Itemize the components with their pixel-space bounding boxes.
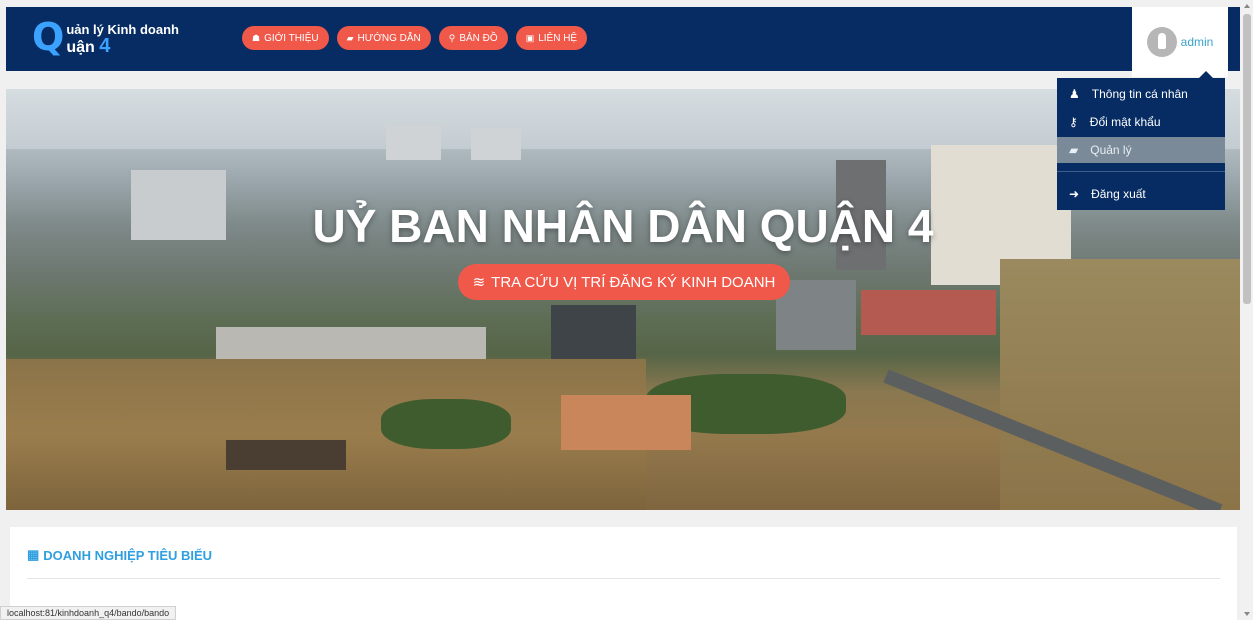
hero-museum xyxy=(561,395,691,450)
vertical-scrollbar[interactable] xyxy=(1241,0,1253,620)
logo-line1: uản lý Kinh doanh xyxy=(66,22,179,37)
nav-lien-he-button[interactable]: ▣ LIÊN HỆ xyxy=(515,26,588,50)
menu-item-label: Đổi mật khẩu xyxy=(1089,115,1161,129)
section-title: ▦ DOANH NGHIỆP TIÊU BIỂU xyxy=(27,547,212,563)
contact-card-icon: ▣ xyxy=(525,32,535,43)
user-dropdown-menu: ♟ Thông tin cá nhân ⚷ Đổi mật khẩu ▰ Quả… xyxy=(1057,71,1225,210)
user-icon: ♟ xyxy=(1069,87,1080,101)
hero-title: UỶ BAN NHÂN DÂN QUẬN 4 xyxy=(312,200,934,252)
hero-park xyxy=(381,399,511,449)
layers-icon: ≋ xyxy=(472,274,486,291)
key-icon: ⚷ xyxy=(1069,115,1078,129)
scrollbar-thumb[interactable] xyxy=(1243,14,1251,304)
logout-icon: ➜ xyxy=(1069,187,1080,201)
hero-ship xyxy=(226,440,346,470)
building-icon: ▦ xyxy=(27,547,40,562)
nav-label: LIÊN HỆ xyxy=(538,32,578,44)
menu-item-change-password[interactable]: ⚷ Đổi mật khẩu xyxy=(1057,109,1225,135)
menu-divider xyxy=(1057,171,1225,172)
logo-text: uản lý Kinh doanh uận 4 xyxy=(66,22,179,57)
scroll-down-arrow-icon[interactable] xyxy=(1244,612,1250,616)
nav-huong-dan-button[interactable]: ▰ HƯỚNG DẪN xyxy=(336,26,431,50)
home-icon: ☗ xyxy=(252,32,261,43)
scroll-up-arrow-icon[interactable] xyxy=(1244,4,1250,8)
hero-building xyxy=(471,128,521,160)
hero-banner: UỶ BAN NHÂN DÂN QUẬN 4 ≋ TRA CỨU VỊ TRÍ … xyxy=(6,89,1240,510)
site-logo[interactable]: Q uản lý Kinh doanh uận 4 xyxy=(32,17,179,57)
logo-line2: uận 4 xyxy=(66,35,179,57)
section-title-text: DOANH NGHIỆP TIÊU BIỂU xyxy=(43,547,213,563)
status-bar-url: localhost:81/kinhdoanh_q4/bando/bando xyxy=(0,606,177,620)
nav-ban-do-button[interactable]: ⚲ BẢN ĐỒ xyxy=(438,26,508,50)
menu-item-label: Thông tin cá nhân xyxy=(1091,87,1188,101)
featured-businesses-section: ▦ DOANH NGHIỆP TIÊU BIỂU xyxy=(10,527,1237,620)
nav-label: GIỚI THIỆU xyxy=(264,32,319,44)
menu-item-logout[interactable]: ➜ Đăng xuất xyxy=(1057,181,1225,207)
logo-line2-text: uận xyxy=(66,39,95,56)
hero-building xyxy=(776,280,856,350)
user-name: admin xyxy=(1180,35,1214,49)
main-nav: ☗ GIỚI THIỆU ▰ HƯỚNG DẪN ⚲ BẢN ĐỒ ▣ LIÊN… xyxy=(242,26,588,50)
hero-river xyxy=(6,359,646,510)
logo-letter: Q xyxy=(32,15,65,59)
hero-sky xyxy=(6,89,1240,149)
book-icon: ▰ xyxy=(1069,143,1079,157)
page: Q uản lý Kinh doanh uận 4 ☗ GIỚI THIỆU ▰… xyxy=(0,0,1253,620)
avatar xyxy=(1146,27,1177,57)
menu-item-label: Quản lý xyxy=(1090,143,1132,157)
book-icon: ▰ xyxy=(346,32,354,43)
user-menu-toggle[interactable]: admin xyxy=(1132,7,1228,77)
section-divider xyxy=(27,578,1220,579)
hero-building xyxy=(386,125,441,160)
search-location-button[interactable]: ≋ TRA CỨU VỊ TRÍ ĐĂNG KÝ KINH DOANH xyxy=(458,264,790,300)
nav-gioi-thieu-button[interactable]: ☗ GIỚI THIỆU xyxy=(242,26,329,50)
hero-building xyxy=(861,290,996,335)
search-location-label: TRA CỨU VỊ TRÍ ĐĂNG KÝ KINH DOANH xyxy=(491,273,776,291)
map-marker-icon: ⚲ xyxy=(448,32,456,43)
menu-item-manage[interactable]: ▰ Quản lý xyxy=(1057,137,1225,163)
top-navbar: Q uản lý Kinh doanh uận 4 ☗ GIỚI THIỆU ▰… xyxy=(6,7,1240,77)
menu-item-label: Đăng xuất xyxy=(1091,187,1146,201)
nav-label: BẢN ĐỒ xyxy=(459,32,498,44)
nav-label: HƯỚNG DẪN xyxy=(357,32,421,44)
hero-building xyxy=(551,305,636,365)
menu-item-profile[interactable]: ♟ Thông tin cá nhân xyxy=(1057,81,1225,107)
logo-line2-number: 4 xyxy=(99,35,111,57)
